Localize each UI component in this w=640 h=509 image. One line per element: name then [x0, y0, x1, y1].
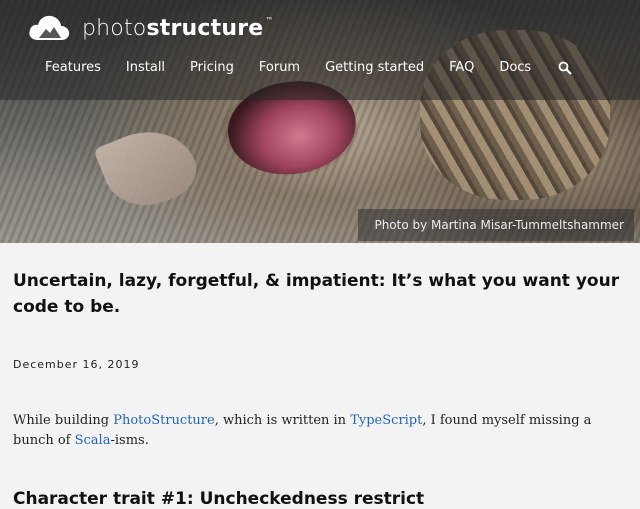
trademark-mark: ™	[265, 15, 274, 25]
nav-forum[interactable]: Forum	[259, 60, 300, 75]
site-logo[interactable]: photostructure ™	[28, 14, 274, 42]
nav-features[interactable]: Features	[45, 60, 101, 75]
intro-mid: , which is written in	[214, 413, 351, 428]
photostructure-link[interactable]: PhotoStructure	[113, 413, 215, 428]
scala-link[interactable]: Scala	[75, 433, 111, 448]
nav-faq[interactable]: FAQ	[449, 60, 474, 75]
logo-text-light: photo	[82, 15, 147, 41]
intro-prefix: While building	[13, 413, 114, 428]
intro-suffix: -isms.	[110, 433, 149, 448]
logo-text: photostructure ™	[82, 16, 274, 41]
hero-photo-ear	[93, 115, 205, 220]
article-title: Uncertain, lazy, forgetful, & impatient:…	[13, 271, 620, 317]
nav-install[interactable]: Install	[126, 60, 165, 75]
section-heading: Character trait #1: Uncheckedness restri…	[13, 489, 425, 509]
hero-banner: photostructure ™ Features Install Pricing…	[0, 0, 640, 243]
hero-photo-paw	[420, 30, 610, 200]
search-icon[interactable]	[558, 61, 572, 75]
article-intro: While building PhotoStructure, which is …	[13, 411, 627, 451]
logo-text-bold: structure	[146, 15, 264, 41]
cloud-mountain-icon	[29, 15, 70, 41]
photo-credit: Photo by Martina Misar-Tummeltshammer	[358, 209, 634, 241]
nav-docs[interactable]: Docs	[499, 60, 531, 75]
typescript-link[interactable]: TypeScript	[350, 413, 422, 428]
article: Uncertain, lazy, forgetful, & impatient:…	[0, 243, 640, 509]
hero-photo-mouth	[222, 73, 362, 183]
article-date: December 16, 2019	[13, 358, 140, 371]
nav-getting-started[interactable]: Getting started	[325, 60, 424, 75]
nav-pricing[interactable]: Pricing	[190, 60, 234, 75]
main-nav: Features Install Pricing Forum Getting s…	[45, 60, 572, 75]
